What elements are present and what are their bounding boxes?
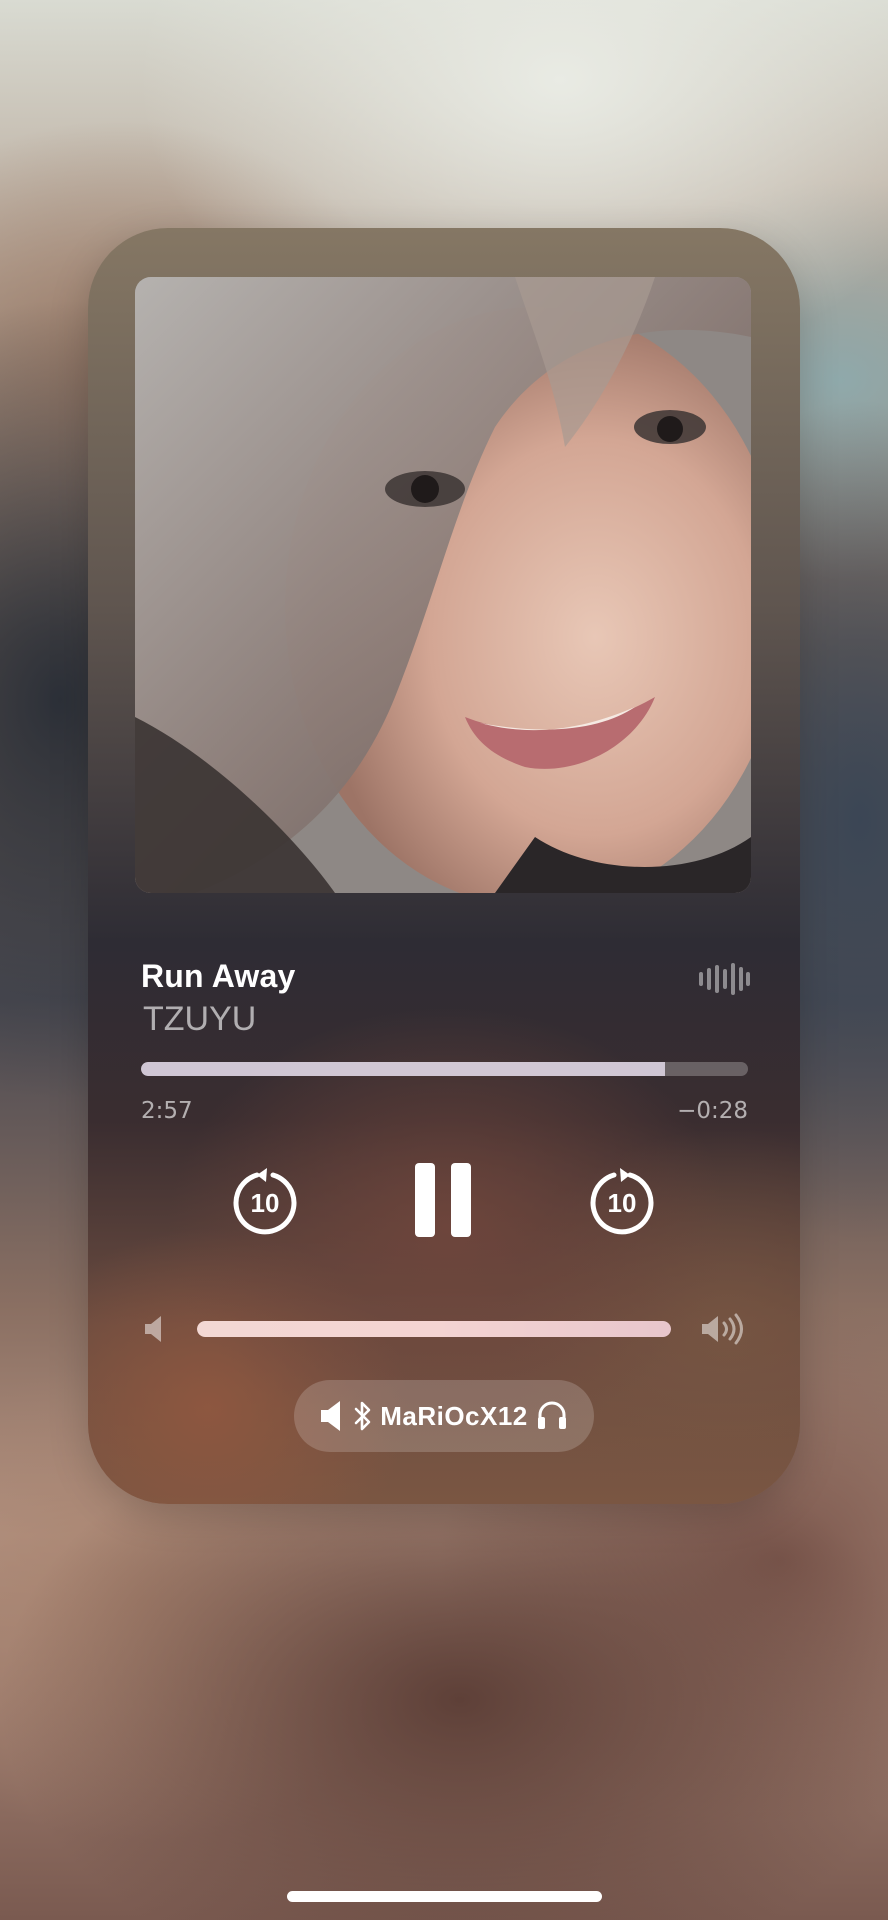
volume-slider-fill bbox=[197, 1321, 671, 1337]
speaker-high-icon bbox=[700, 1312, 746, 1346]
album-artwork[interactable] bbox=[135, 277, 751, 893]
skip-forward-seconds: 10 bbox=[607, 1187, 637, 1218]
time-elapsed: 2:57 bbox=[141, 1098, 193, 1124]
skip-forward-button[interactable]: 10 bbox=[590, 1167, 654, 1235]
playback-progress-fill bbox=[141, 1062, 666, 1076]
volume-slider[interactable] bbox=[197, 1321, 671, 1337]
pause-icon bbox=[415, 1163, 471, 1237]
time-remaining: −0:28 bbox=[677, 1098, 748, 1124]
output-device-name: MaRiOcX12 bbox=[380, 1400, 528, 1431]
home-indicator[interactable] bbox=[287, 1891, 602, 1902]
waveform-icon bbox=[698, 963, 750, 995]
artwork-image bbox=[135, 277, 751, 893]
speaker-low-icon bbox=[143, 1314, 167, 1344]
now-playing-card: Run Away TZUYU 2:57 −0:28 10 10 MaRiOcX1… bbox=[88, 228, 800, 1504]
headphones-icon bbox=[537, 1401, 566, 1429]
track-artist[interactable]: TZUYU bbox=[143, 1000, 256, 1039]
bluetooth-icon bbox=[354, 1401, 371, 1431]
track-title: Run Away bbox=[141, 958, 296, 994]
audio-output-route-button[interactable]: MaRiOcX12 bbox=[294, 1380, 594, 1452]
playback-scrubber[interactable] bbox=[141, 1062, 748, 1076]
lock-screen-background: Run Away TZUYU 2:57 −0:28 10 10 MaRiOcX1… bbox=[0, 0, 888, 1920]
skip-back-button[interactable]: 10 bbox=[233, 1167, 297, 1235]
pause-button[interactable] bbox=[415, 1163, 473, 1237]
skip-back-seconds: 10 bbox=[250, 1187, 280, 1218]
speaker-icon bbox=[321, 1401, 341, 1431]
